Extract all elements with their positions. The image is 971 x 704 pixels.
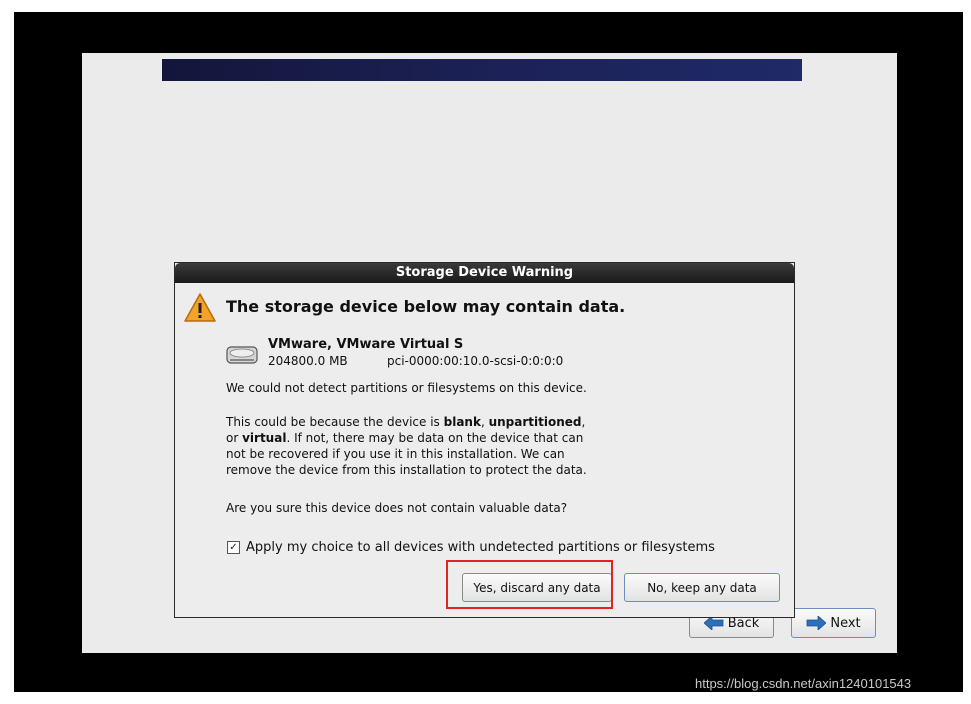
next-arrow-icon — [806, 616, 827, 630]
dialog-title: Storage Device Warning — [175, 263, 794, 283]
explanation-message: This could be because the device is blan… — [226, 414, 587, 478]
explanation-separator: , — [480, 415, 489, 429]
device-size: 204800.0 MB — [268, 354, 348, 368]
device-name: VMware, VMware Virtual S — [268, 337, 464, 352]
explanation-text: This could be because the device is — [226, 415, 444, 429]
explanation-line-3: not be recovered if you use it in this i… — [226, 447, 565, 461]
unpartitioned-emphasis: unpartitioned — [488, 415, 582, 429]
highlight-annotation — [446, 560, 613, 609]
warning-triangle-icon — [184, 293, 216, 322]
confirmation-question: Are you sure this device does not contai… — [226, 501, 568, 515]
virtual-emphasis: virtual — [242, 431, 287, 445]
page: Back Next Storage Device Warning The sto… — [0, 0, 971, 704]
device-path: pci-0000:00:10.0-scsi-0:0:0:0 — [387, 354, 564, 368]
watermark: https://blog.csdn.net/axin1240101543 — [695, 676, 912, 691]
explanation-line-2: or virtual. If not, there may be data on… — [226, 430, 587, 446]
explanation-text: or — [226, 431, 243, 445]
explanation-separator: , — [581, 415, 586, 429]
back-arrow-icon — [703, 616, 724, 630]
explanation-line-1: This could be because the device is blan… — [226, 414, 587, 430]
no-keep-button[interactable]: No, keep any data — [624, 573, 780, 602]
apply-choice-label: Apply my choice to all devices with unde… — [246, 540, 715, 555]
next-button-label: Next — [830, 615, 861, 631]
hard-disk-icon — [226, 346, 258, 364]
apply-choice-row[interactable]: ✓ Apply my choice to all devices with un… — [227, 540, 715, 555]
dialog-heading: The storage device below may contain dat… — [226, 297, 626, 316]
explanation-line-4: remove the device from this installation… — [226, 463, 587, 477]
next-button[interactable]: Next — [791, 608, 876, 638]
detection-message: We could not detect partitions or filesy… — [226, 381, 587, 395]
explanation-text: . If not, there may be data on the devic… — [286, 431, 584, 445]
blank-emphasis: blank — [443, 415, 481, 429]
installer-banner — [162, 59, 802, 81]
apply-choice-checkbox[interactable]: ✓ — [227, 541, 240, 554]
